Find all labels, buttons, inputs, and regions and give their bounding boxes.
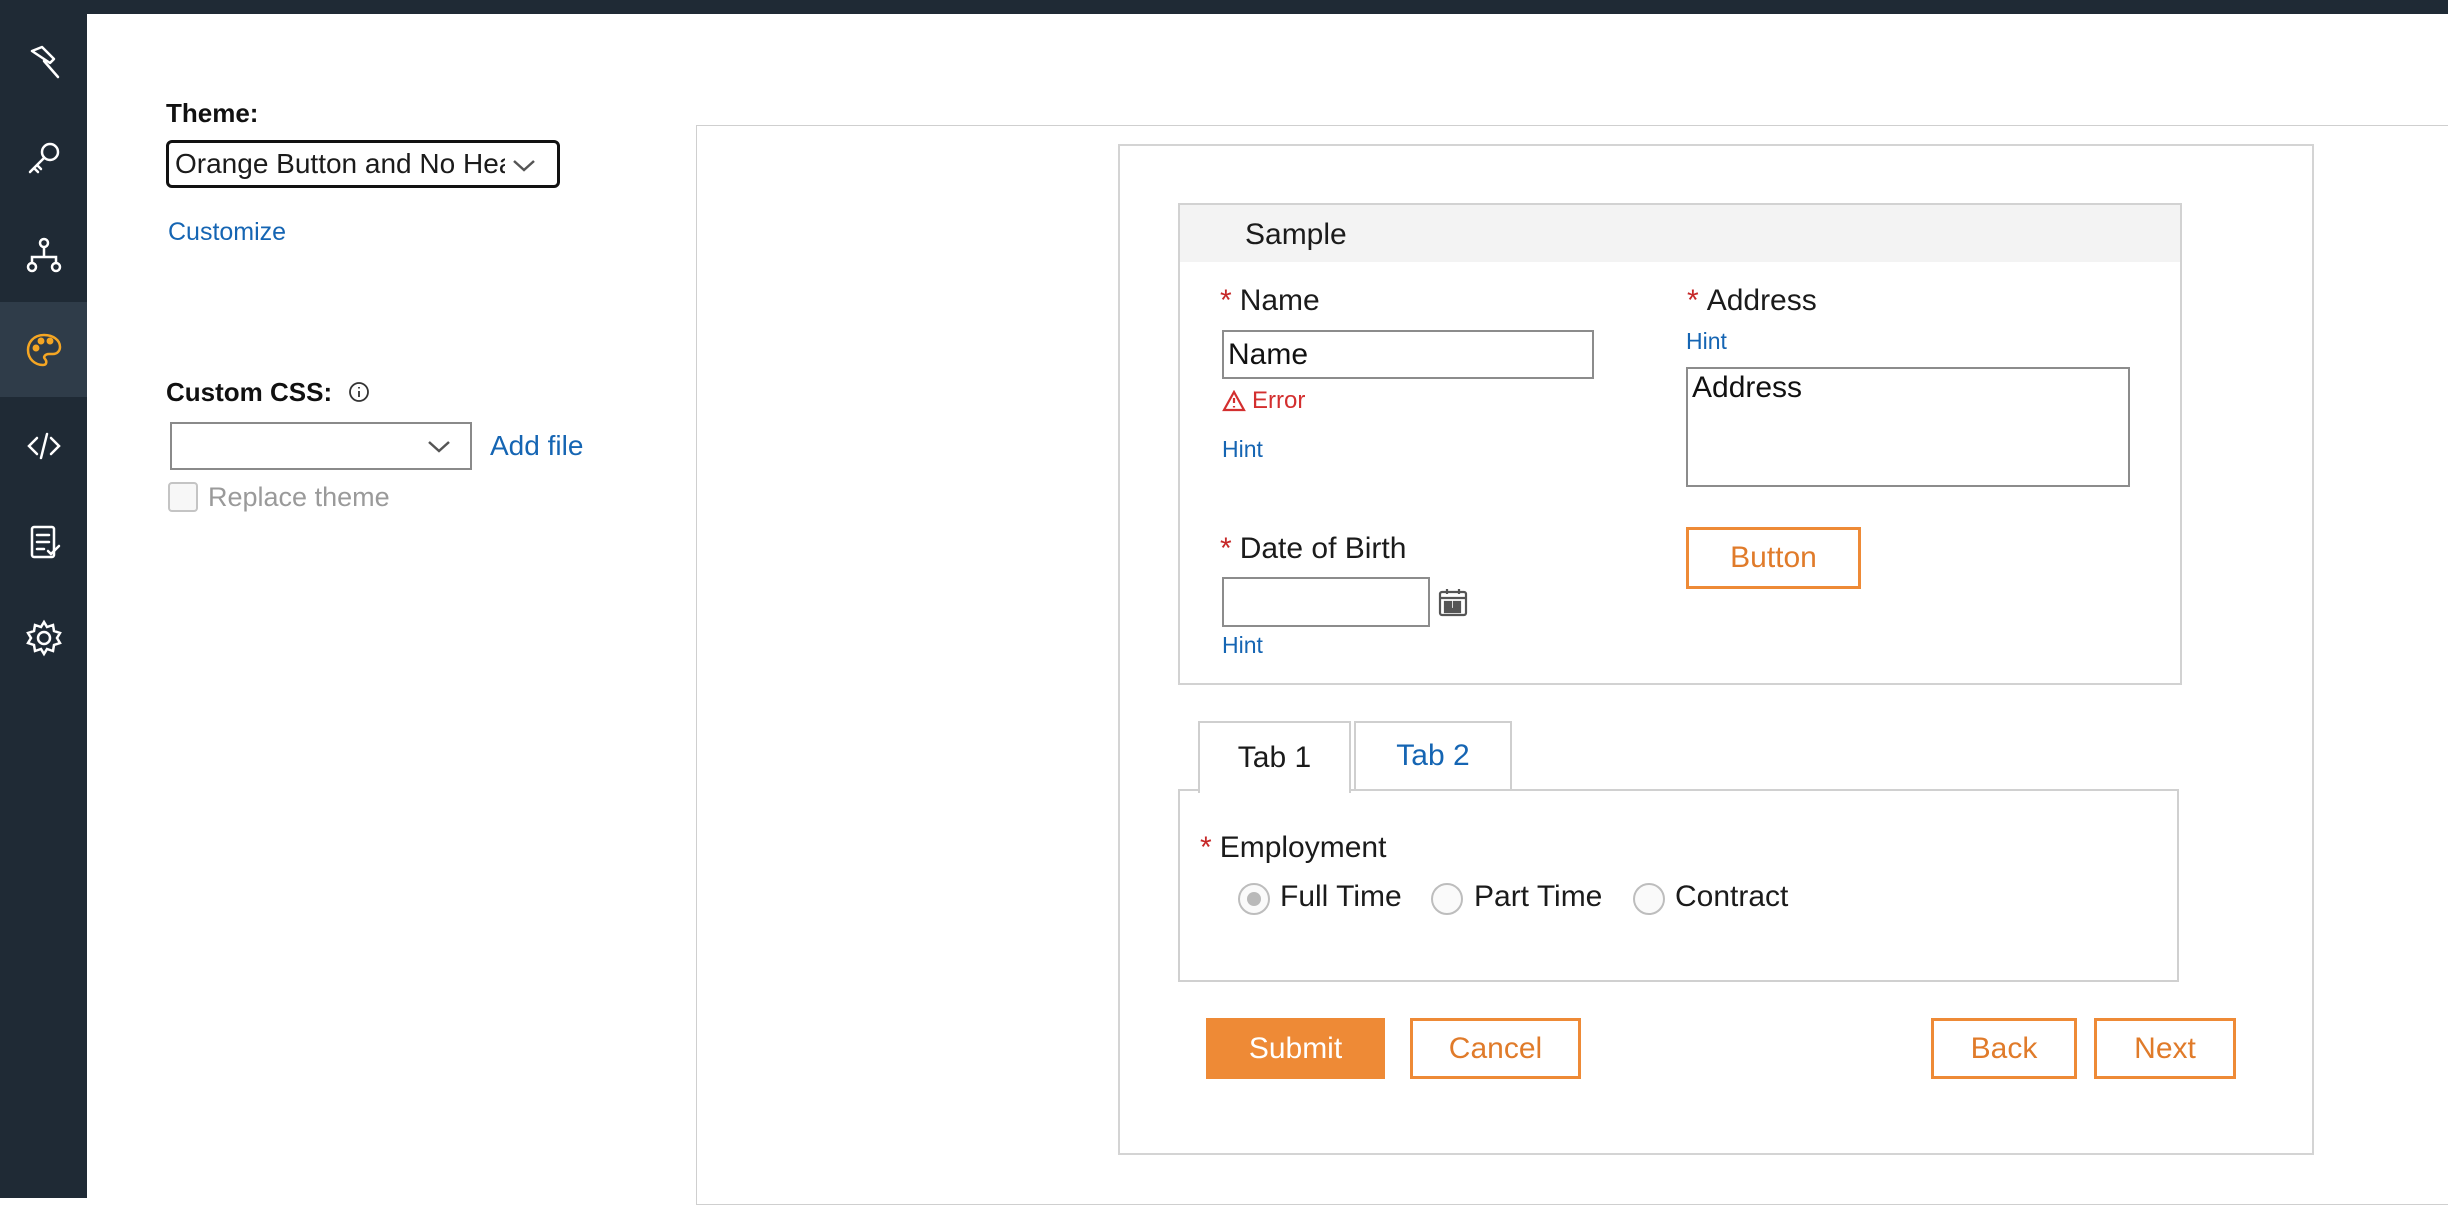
employment-label-text: Employment [1219, 831, 1387, 864]
code-icon [26, 432, 61, 459]
name-input[interactable]: Name [1222, 330, 1594, 379]
theme-select[interactable]: Orange Button and No Header [166, 140, 560, 188]
warning-icon [1222, 390, 1246, 412]
radio-full-time[interactable] [1238, 883, 1270, 915]
replace-theme-checkbox[interactable] [168, 482, 198, 512]
rail-item-hammer[interactable] [0, 15, 87, 110]
info-icon[interactable] [348, 381, 370, 403]
rail-item-sitemap[interactable] [0, 207, 87, 302]
customize-link[interactable]: Customize [168, 218, 286, 247]
radio-part-time[interactable] [1431, 883, 1463, 915]
cancel-button[interactable]: Cancel [1410, 1018, 1581, 1079]
rail-item-key[interactable] [0, 111, 87, 206]
rail-item-settings[interactable] [0, 590, 87, 685]
chevron-down-icon [513, 160, 535, 172]
custom-css-select[interactable] [170, 422, 472, 470]
name-error-text: Error [1252, 387, 1306, 414]
radio-contract[interactable] [1633, 883, 1665, 915]
dob-input[interactable] [1222, 577, 1430, 627]
custom-css-label: Custom CSS: [166, 377, 333, 407]
dob-label: * Date of Birth [1220, 532, 1406, 566]
gear-icon [25, 619, 62, 656]
checklist-icon [30, 525, 60, 558]
dob-label-text: Date of Birth [1239, 532, 1407, 565]
chevron-down-icon [428, 441, 450, 453]
rail-item-palette[interactable] [0, 302, 87, 397]
employment-label: * Employment [1200, 831, 1386, 865]
next-button[interactable]: Next [2094, 1018, 2236, 1079]
address-hint: Hint [1686, 328, 1727, 354]
key-icon [28, 142, 59, 173]
theme-select-value: Orange Button and No Header [175, 148, 505, 179]
back-button[interactable]: Back [1931, 1018, 2077, 1079]
name-error: Error [1222, 387, 1305, 415]
name-label-text: Name [1239, 284, 1320, 317]
palette-icon [26, 333, 61, 366]
sample-section-title: Sample [1245, 218, 1347, 251]
sample-button[interactable]: Button [1686, 527, 1861, 589]
radio-full-time-label: Full Time [1280, 880, 1402, 913]
dob-hint: Hint [1222, 632, 1263, 658]
tab-2[interactable]: Tab 2 [1354, 721, 1512, 789]
add-file-link[interactable]: Add file [490, 430, 583, 462]
required-marker: * [1687, 284, 1699, 317]
rail-item-code[interactable] [0, 398, 87, 493]
calendar-icon[interactable] [1437, 586, 1469, 618]
required-marker: * [1220, 284, 1232, 317]
name-hint: Hint [1222, 436, 1263, 462]
radio-part-time-label: Part Time [1474, 880, 1603, 913]
address-textarea[interactable]: Address [1686, 367, 2130, 487]
sitemap-icon [26, 237, 61, 272]
address-label: * Address [1687, 284, 1817, 318]
submit-button[interactable]: Submit [1206, 1018, 1385, 1079]
top-bar [0, 0, 2448, 14]
side-nav-rail [0, 0, 87, 1198]
hammer-icon [30, 45, 59, 78]
theme-label: Theme: [166, 98, 259, 128]
tab-1[interactable]: Tab 1 [1198, 721, 1351, 793]
address-label-text: Address [1706, 284, 1817, 317]
name-label: * Name [1220, 284, 1320, 318]
rail-item-checklist[interactable] [0, 494, 87, 589]
required-marker: * [1200, 831, 1212, 864]
replace-theme-label: Replace theme [208, 482, 390, 512]
required-marker: * [1220, 532, 1232, 565]
radio-contract-label: Contract [1675, 880, 1789, 913]
